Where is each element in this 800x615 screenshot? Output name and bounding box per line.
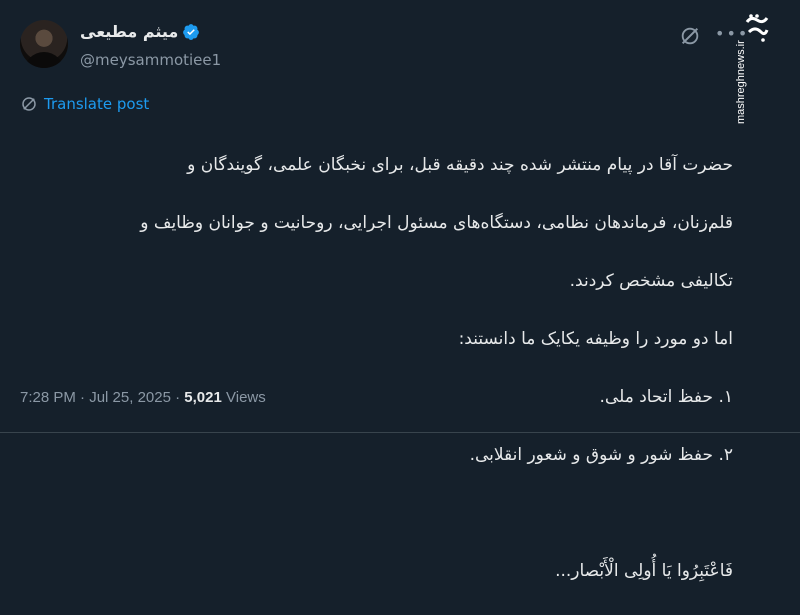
tweet-line: قلم‌زنان، فرماندهان نظامی، دستگاه‌های مس…	[140, 213, 733, 233]
verified-badge-icon	[183, 23, 200, 40]
translate-label[interactable]: Translate post	[44, 95, 149, 113]
post-date[interactable]: Jul 25, 2025	[89, 389, 171, 406]
watermark-logo	[743, 12, 771, 48]
views-label: Views	[226, 389, 266, 406]
views-count: 5,021	[184, 389, 222, 406]
author-name-row: میثم مطیعی	[80, 22, 200, 41]
grok-icon[interactable]	[679, 25, 701, 47]
tweet-footer: 7:28 PM · Jul 25, 2025 · 5,021 Views	[20, 389, 266, 406]
avatar-shoulder	[24, 52, 64, 68]
display-name[interactable]: میثم مطیعی	[80, 22, 178, 41]
tweet-line: ۲. حفظ شور و شوق و شعور انقلابی.	[469, 445, 733, 465]
avatar[interactable]	[20, 20, 68, 68]
tweet-line: تکالیفی مشخص کردند.	[569, 271, 733, 291]
mashregh-logo-icon	[745, 14, 769, 42]
tweet-line: اما دو مورد را وظیفه یکایک ما دانستند:	[458, 329, 733, 349]
tweet-body: حضرت آقا در پیام منتشر شده چند دقیقه قبل…	[33, 122, 733, 615]
watermark-url: mashreghnews.ir	[735, 40, 747, 124]
author-handle[interactable]: @meysammotiee1	[80, 51, 221, 69]
divider	[0, 432, 800, 433]
separator: ·	[175, 389, 181, 406]
separator: ·	[80, 389, 86, 406]
tweet-line: فَاعْتَبِرُوا یَا أُولِی الْأَبْصار...	[555, 561, 733, 581]
translate-post[interactable]: Translate post	[20, 95, 149, 113]
post-time[interactable]: 7:28 PM	[20, 389, 76, 406]
tweet-line: حضرت آقا در پیام منتشر شده چند دقیقه قبل…	[187, 155, 733, 175]
translate-globe-icon	[22, 97, 36, 111]
